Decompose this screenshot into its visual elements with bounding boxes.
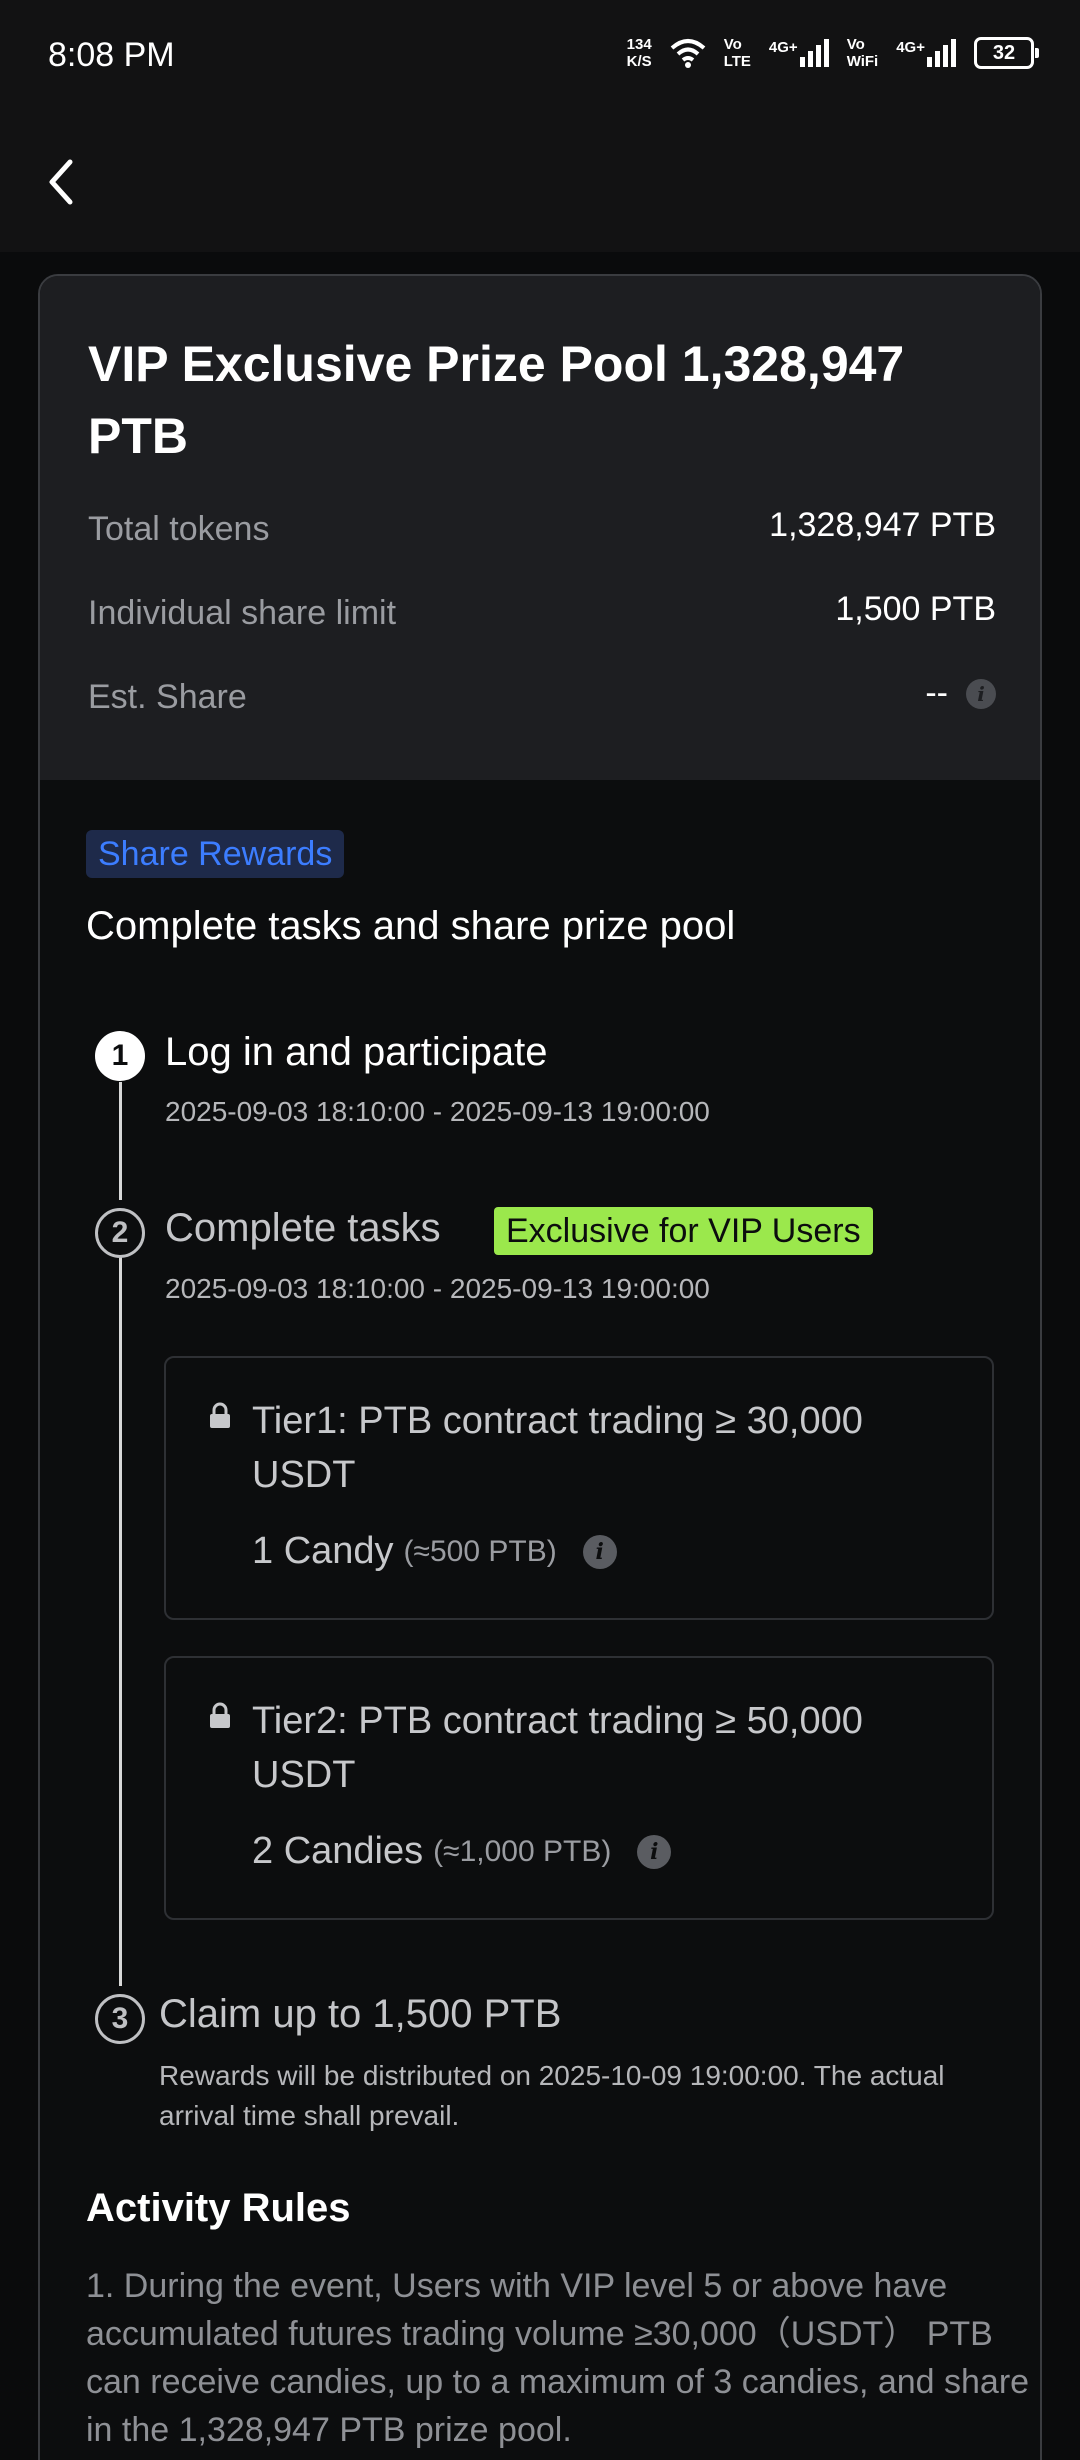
stat-label: Individual share limit (88, 594, 397, 632)
step-time-2: 2025-09-03 18:10:00 - 2025-09-13 19:00:0… (165, 1273, 710, 1304)
stat-share-limit: Individual share limit 1,500 PTB (88, 590, 996, 644)
tier-card-2: Tier2: PTB contract trading ≥ 50,000 USD… (164, 1656, 994, 1920)
info-icon[interactable]: i (966, 678, 996, 709)
share-rewards-badge: Share Rewards (86, 830, 345, 878)
step-number-1: 1 (95, 1031, 145, 1081)
network-speed-unit: K/S (626, 53, 652, 70)
stat-label: Est. Share (88, 678, 247, 716)
lock-icon (210, 1402, 230, 1428)
tier-card-1: Tier1: PTB contract trading ≥ 30,000 USD… (164, 1356, 994, 1620)
network-speed: 134 K/S (627, 36, 652, 70)
vowifi-top: Vo (846, 36, 865, 53)
tier-reward-approx: (≈500 PTB) (403, 1534, 557, 1568)
step-number-3: 3 (95, 1994, 145, 2044)
stat-value: 1,500 PTB (835, 590, 996, 629)
stat-value: -- i (925, 674, 996, 713)
stat-value-text: 1,500 PTB (835, 590, 996, 628)
step-title-1: Log in and participate (165, 1030, 548, 1074)
info-icon[interactable]: i (582, 1534, 617, 1569)
activity-rules-text: 1. During the event, Users with VIP leve… (86, 2267, 1030, 2449)
stat-total-tokens: Total tokens 1,328,947 PTB (88, 506, 996, 560)
timeline-line-2 (119, 1256, 122, 1986)
tier-reward-approx: (≈1,000 PTB) (433, 1834, 612, 1868)
prize-pool-summary: VIP Exclusive Prize Pool 1,328,947 PTB T… (40, 276, 1040, 780)
step-title-3: Claim up to 1,500 PTB (159, 1992, 562, 2036)
claim-note: Rewards will be distributed on 2025-10-0… (159, 2060, 945, 2131)
activity-rules-title: Activity Rules (86, 2186, 351, 2230)
network-type-2: 4G+ (896, 39, 925, 56)
signal-bars-icon (927, 39, 956, 67)
chevron-left-icon[interactable] (40, 150, 84, 214)
pool-title: VIP Exclusive Prize Pool 1,328,947 PTB (88, 336, 905, 464)
stat-est-share: Est. Share -- i (88, 674, 996, 728)
tier-reward: 2 Candies (≈1,000 PTB) i (252, 1830, 672, 1873)
tier-reward: 1 Candy (≈500 PTB) i (252, 1530, 617, 1573)
stat-value-text: -- (925, 674, 948, 712)
step-number-2: 2 (95, 1208, 145, 1258)
share-subtitle: Complete tasks and share prize pool (86, 904, 736, 948)
signal-sim2: 4G+ (896, 39, 956, 67)
battery-icon: 32 (974, 37, 1039, 69)
tier-title: Tier2: PTB contract trading ≥ 50,000 USD… (252, 1700, 863, 1796)
tier-reward-amount: 2 Candies (252, 1830, 424, 1872)
timeline-line-1 (119, 1082, 122, 1200)
top-nav-bar (0, 110, 1080, 252)
battery-level: 32 (992, 41, 1016, 64)
network-speed-value: 134 (626, 36, 652, 53)
wifi-icon (670, 39, 706, 68)
status-bar: 8:08 PM 134 K/S Vo LTE 4G+ Vo WiFi 4G+ 3… (0, 0, 1080, 110)
network-type-1: 4G+ (768, 39, 798, 56)
info-icon[interactable]: i (637, 1834, 672, 1869)
step-time-1: 2025-09-03 18:10:00 - 2025-09-13 19:00:0… (165, 1096, 710, 1127)
lock-icon (210, 1702, 230, 1728)
stat-label: Total tokens (88, 510, 270, 548)
vowifi-bottom: WiFi (846, 53, 879, 70)
signal-bars-icon (799, 39, 829, 67)
status-icons: 134 K/S Vo LTE 4G+ Vo WiFi 4G+ 32 (627, 30, 1039, 76)
volte-bottom: LTE (723, 53, 751, 70)
vowifi-indicator: Vo WiFi (847, 36, 879, 70)
volte-indicator: Vo LTE (724, 36, 751, 70)
vip-exclusive-badge: Exclusive for VIP Users (494, 1207, 873, 1255)
stat-value: 1,328,947 PTB (769, 506, 996, 545)
signal-sim1: 4G+ (769, 39, 829, 67)
step-title-2: Complete tasks (165, 1206, 441, 1250)
stat-value-text: 1,328,947 PTB (769, 506, 996, 544)
status-time: 8:08 PM (48, 36, 175, 74)
volte-top: Vo (723, 36, 742, 53)
tier-reward-amount: 1 Candy (252, 1530, 394, 1572)
tier-title: Tier1: PTB contract trading ≥ 30,000 USD… (252, 1400, 863, 1496)
